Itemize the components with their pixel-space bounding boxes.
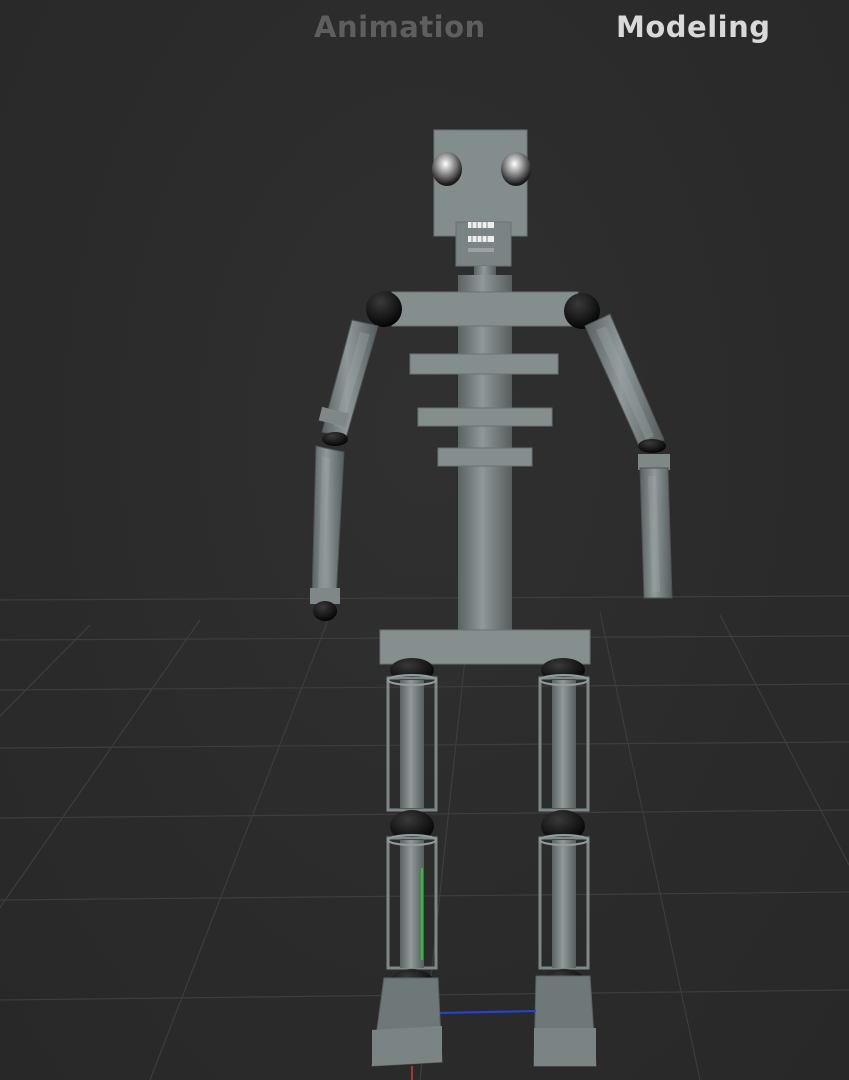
left-arm[interactable]	[310, 319, 379, 621]
robot-head[interactable]	[432, 129, 531, 267]
gizmo-z-axis	[439, 1010, 537, 1014]
left-wrist-joint	[313, 601, 337, 621]
shoulder-bar[interactable]	[391, 291, 579, 327]
right-arm[interactable]	[584, 313, 673, 599]
tab-modeling[interactable]: Modeling	[616, 10, 771, 44]
right-elbow-joint	[638, 439, 666, 453]
right-leg[interactable]	[533, 658, 597, 1067]
left-eye	[432, 152, 462, 186]
left-shoulder-joint	[366, 291, 402, 327]
3d-viewport[interactable]: Animation Modeling	[0, 0, 849, 1080]
viewport-canvas[interactable]	[0, 0, 849, 1080]
mode-tabs: Animation Modeling	[0, 10, 849, 54]
right-eye	[501, 152, 531, 186]
rib-cage[interactable]	[409, 353, 559, 467]
tab-animation[interactable]: Animation	[314, 10, 486, 44]
left-leg[interactable]	[371, 658, 443, 1067]
left-elbow-joint	[322, 432, 348, 446]
